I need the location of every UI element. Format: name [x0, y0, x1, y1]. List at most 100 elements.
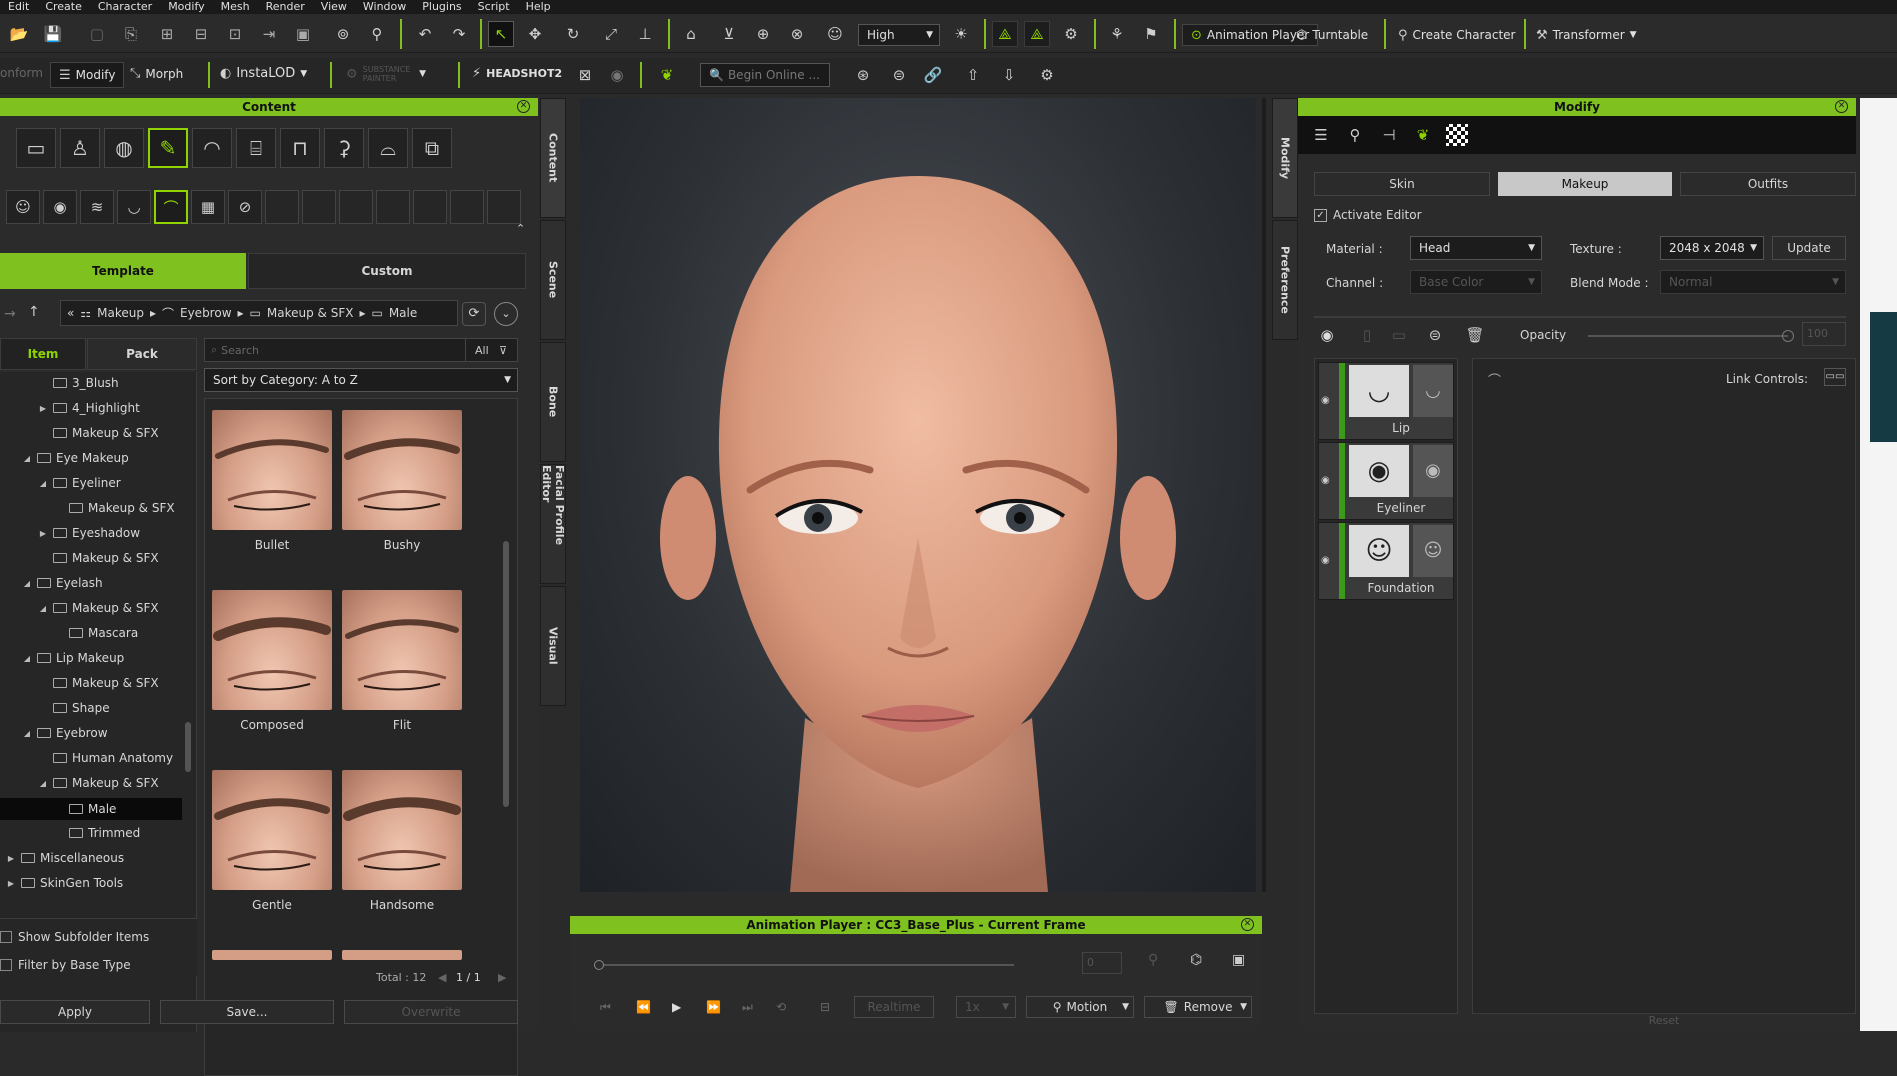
eye-icon[interactable]: ◉ [1321, 475, 1330, 486]
close-icon[interactable]: ✕ [1835, 100, 1848, 113]
up-icon[interactable]: ↑ [28, 304, 40, 320]
morph-tab-icon[interactable]: ⊣ [1376, 122, 1402, 148]
material-tab-icon[interactable]: ❦ [1410, 122, 1436, 148]
thumbnail-scrollbar[interactable] [503, 541, 509, 807]
tree-item[interactable]: Trimmed [54, 826, 140, 840]
breadcrumb-sfx[interactable]: Makeup & SFX [267, 306, 354, 320]
layer-mask-icon[interactable]: ◡ [1413, 365, 1453, 417]
channel-dropdown[interactable]: Base Color ▼ [1410, 270, 1542, 294]
menu-item[interactable]: Plugins [414, 0, 469, 14]
instalod-button[interactable]: ◐ InstaLOD ▼ [220, 66, 307, 81]
folder-icon[interactable]: ▭ [16, 128, 56, 168]
hair-icon[interactable]: ◠ [192, 128, 232, 168]
side-tab-visual[interactable]: Visual [540, 586, 566, 706]
undo-icon[interactable]: ↶ [412, 21, 438, 47]
save-button[interactable]: Save... [160, 1000, 334, 1024]
zoom-icon[interactable]: ⊕ [750, 21, 776, 47]
menu-item[interactable]: Character [90, 0, 160, 14]
usd-icon[interactable]: ⊡ [222, 21, 248, 47]
menu-item[interactable]: Create [37, 0, 90, 14]
expand-icon[interactable]: ◢ [22, 454, 32, 463]
menu-item[interactable]: Mesh [213, 0, 258, 14]
side-tab-facial-profile[interactable]: Facial Profile Editor [540, 464, 566, 584]
sphere-icon[interactable]: ⊜ [886, 62, 912, 88]
save-icon[interactable]: 💾 [40, 21, 66, 47]
morph-button[interactable]: ⤡ Morph [130, 66, 183, 81]
blend-mode-dropdown[interactable]: Normal ▼ [1660, 270, 1846, 294]
tree-item[interactable]: ◢ Eyeliner [38, 476, 121, 490]
timeline-handle[interactable] [594, 960, 604, 970]
tree-item[interactable]: Mascara [54, 626, 138, 640]
align-icon[interactable]: ⊥ [632, 21, 658, 47]
filter-base-checkbox[interactable]: Filter by Base Type [0, 958, 131, 972]
tree-item[interactable]: Male [0, 798, 182, 820]
pose-icon[interactable]: ⚲ [364, 21, 390, 47]
online-search[interactable]: 🔍 Begin Online ... [700, 63, 830, 87]
fit-icon[interactable]: ⊻ [716, 21, 742, 47]
filter-all-label[interactable]: All [475, 344, 489, 357]
first-frame-icon[interactable]: ⏮ [600, 1000, 611, 1015]
side-tab-scene[interactable]: Scene [540, 220, 566, 340]
frame-input[interactable]: 0 [1082, 952, 1122, 974]
tree-item[interactable]: ◢ Eyebrow [22, 726, 108, 740]
thumbnail-flit[interactable] [342, 590, 462, 710]
loop-icon[interactable]: ⟲ [776, 1000, 786, 1014]
expand-icon[interactable]: ◢ [38, 779, 48, 788]
play-icon[interactable]: ▶ [672, 1000, 681, 1014]
expand-icon[interactable]: ◢ [38, 479, 48, 488]
pose-category-icon[interactable]: ⚳ [324, 128, 364, 168]
tab-template[interactable]: Template [0, 253, 246, 289]
light-icon[interactable]: ☀ [948, 21, 974, 47]
scene-category-icon[interactable]: ⌓ [368, 128, 408, 168]
substance-button[interactable]: ⚙ SUBSTANCE PAINTER ▼ [346, 65, 426, 83]
scale-icon[interactable]: ⤢ [598, 21, 624, 47]
speed-dropdown[interactable]: 1x ▼ [956, 996, 1016, 1018]
filter-icon[interactable]: ⊽ [499, 344, 507, 357]
create-character-button[interactable]: ⚲ Create Character [1398, 24, 1515, 46]
settings-icon[interactable]: ⚙ [1034, 62, 1060, 88]
pose-person-icon[interactable]: ⚘ [1104, 21, 1130, 47]
material-sub-icon[interactable]: ▦ [191, 190, 225, 224]
record-icon[interactable]: ⊟ [820, 1000, 830, 1014]
tree-item[interactable]: ◢ Eyelash [22, 576, 103, 590]
layer-eyeliner[interactable]: ◉ ◉ ◉ Eyeliner [1318, 442, 1454, 520]
refresh-icon[interactable]: ⟳ [462, 302, 486, 326]
collapse-icon[interactable]: ⌃ [516, 222, 525, 235]
viewport[interactable] [580, 98, 1256, 892]
shoes-icon[interactable]: ⊓ [280, 128, 320, 168]
thumbnail-bullet[interactable] [212, 410, 332, 530]
last-frame-icon[interactable]: ⏭ [742, 1000, 753, 1015]
tab-skin[interactable]: Skin [1314, 172, 1490, 196]
modify-mode-button[interactable]: ☰ Modify [50, 62, 125, 88]
timeline-slider[interactable] [594, 964, 1014, 966]
frame-icon[interactable]: ⊗ [784, 21, 810, 47]
menu-item[interactable]: Modify [160, 0, 212, 14]
opacity-handle[interactable] [1782, 330, 1794, 342]
activate-editor-checkbox[interactable]: ✓ Activate Editor [1314, 208, 1422, 222]
tree-item[interactable]: Human Anatomy [38, 751, 173, 765]
tree-item[interactable]: ◢ Lip Makeup [22, 651, 124, 665]
stack-icon[interactable]: ⊜ [1422, 322, 1448, 348]
open-icon[interactable]: 📂 [6, 21, 32, 47]
checker-tab-icon[interactable] [1446, 124, 1468, 146]
eye-icon[interactable]: ◉ [1321, 395, 1330, 406]
update-button[interactable]: Update [1772, 236, 1846, 260]
tab-item[interactable]: Item [0, 338, 86, 370]
body-icon[interactable]: ♙ [60, 128, 100, 168]
thumbnail-partial[interactable] [212, 950, 332, 960]
redo-icon[interactable]: ↷ [446, 21, 472, 47]
side-tab-bone[interactable]: Bone [540, 342, 566, 462]
menu-item[interactable]: Window [355, 0, 414, 14]
side-tab-modify[interactable]: Modify [1272, 98, 1298, 218]
texture-dropdown[interactable]: 2048 x 2048 ▼ [1660, 236, 1764, 260]
download-icon[interactable]: ⇩ [996, 62, 1022, 88]
tree-item[interactable]: ▶ SkinGen Tools [6, 876, 123, 890]
reset-button[interactable]: Reset [1472, 1014, 1856, 1031]
home-icon[interactable]: ⌂ [678, 21, 704, 47]
leaf-icon[interactable]: ❦ [654, 62, 680, 88]
select-icon[interactable]: ↖ [488, 21, 514, 47]
render-icon[interactable]: ⊛ [850, 62, 876, 88]
next-frame-icon[interactable]: ⏩ [706, 1000, 721, 1014]
link-icon[interactable]: 🔗 [920, 62, 946, 88]
remove-button[interactable]: 🗑 Remove ▼ [1144, 996, 1252, 1018]
